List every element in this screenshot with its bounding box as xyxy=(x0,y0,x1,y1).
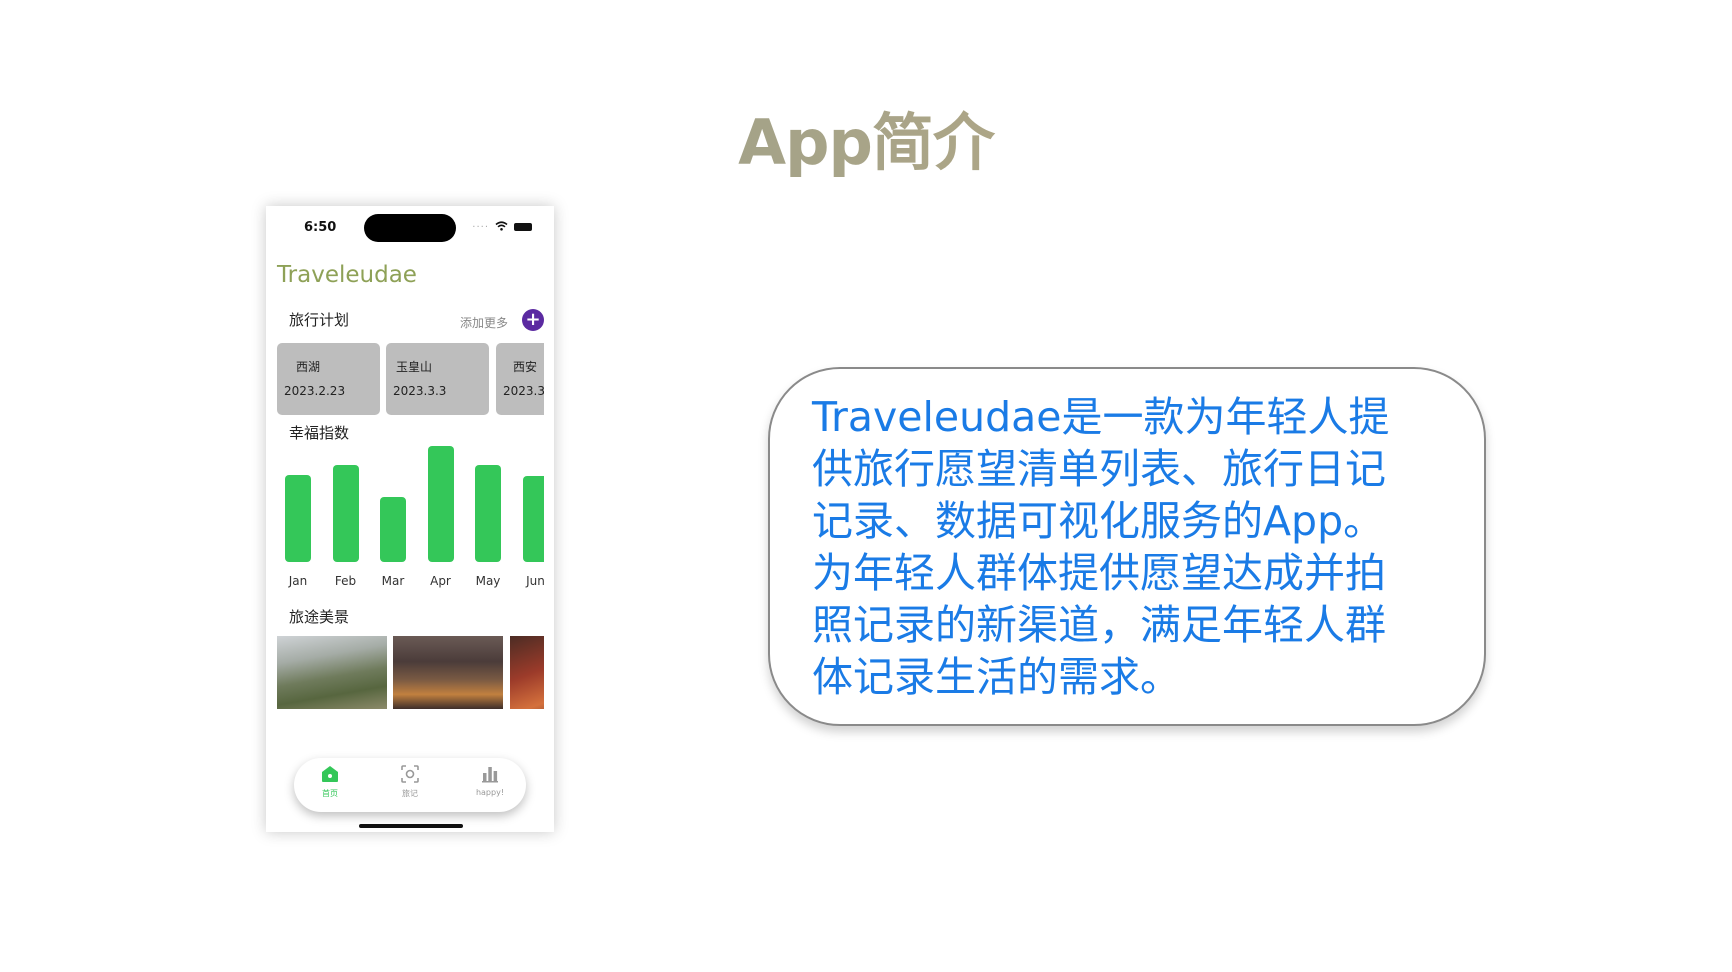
signal-icon: ···· xyxy=(472,221,489,233)
plan-section-title: 旅行计划 xyxy=(289,311,350,329)
plan-card-name: 西安 xyxy=(513,360,538,374)
home-indicator xyxy=(359,824,463,828)
plan-card[interactable]: 西安 2023.3 xyxy=(496,343,544,415)
happiness-bar xyxy=(285,475,311,562)
tab-journal[interactable]: 旅记 xyxy=(380,764,440,799)
description-line: 供旅行愿望清单列表、旅行日记 xyxy=(812,445,1386,493)
plan-card-date: 2023.2.23 xyxy=(284,384,346,398)
status-time: 6:50 xyxy=(304,220,337,235)
app-title: Traveleudae xyxy=(277,262,417,288)
tab-happy[interactable]: happy! xyxy=(460,764,520,797)
battery-icon xyxy=(514,223,532,231)
description-line: 记录、数据可视化服务的App。 xyxy=(812,497,1385,545)
plan-card-name: 玉皇山 xyxy=(396,360,433,374)
tab-label: 首页 xyxy=(322,789,338,798)
month-label: Mar xyxy=(381,574,405,588)
description-text: Traveleudae是一款为年轻人提 供旅行愿望清单列表、旅行日记 记录、数据… xyxy=(812,391,1452,703)
happiness-bar-chart: Jan Feb Mar Apr May Jun xyxy=(277,444,544,594)
plan-card[interactable]: 西湖 2023.2.23 xyxy=(277,343,380,415)
month-label: Jun xyxy=(526,574,544,588)
scenery-photo-flowers[interactable] xyxy=(510,636,544,709)
phone-mockup: 6:50 ···· Traveleudae 旅行计划 添加更多 + 西湖 202… xyxy=(266,206,554,832)
tab-bar: 首页 旅记 happy! xyxy=(294,758,526,812)
month-label: Jan xyxy=(288,574,308,588)
scenery-photo-town[interactable] xyxy=(393,636,503,709)
camera-icon xyxy=(400,764,420,784)
home-icon xyxy=(320,764,340,784)
plan-card-date: 2023.3 xyxy=(503,384,544,398)
month-label: May xyxy=(475,574,501,588)
plan-card-name: 西湖 xyxy=(296,360,321,374)
scenery-photo-mountain[interactable] xyxy=(277,636,387,709)
tab-label: 旅记 xyxy=(402,789,418,798)
happiness-bar xyxy=(332,465,359,562)
add-more-link[interactable]: 添加更多 xyxy=(460,314,508,331)
scenery-section-title: 旅途美景 xyxy=(289,608,350,626)
dynamic-island xyxy=(364,214,456,242)
tab-home[interactable]: 首页 xyxy=(300,764,360,799)
happiness-bar xyxy=(475,465,501,562)
bar-chart-icon xyxy=(480,764,500,784)
description-line: 体记录生活的需求。 xyxy=(812,653,1181,701)
tab-label: happy! xyxy=(475,788,505,797)
slide-title: App简介 xyxy=(0,92,1732,182)
happiness-bar xyxy=(427,446,454,562)
plan-card[interactable]: 玉皇山 2023.3.3 xyxy=(386,343,489,415)
plan-card-date: 2023.3.3 xyxy=(393,384,447,398)
description-line: 照记录的新渠道，满足年轻人群 xyxy=(812,601,1386,649)
plan-cards: 西湖 2023.2.23 玉皇山 2023.3.3 西安 2023.3 xyxy=(277,343,544,415)
happiness-bar xyxy=(380,497,406,562)
scenery-photos xyxy=(277,636,544,709)
wifi-icon xyxy=(495,220,508,234)
happiness-bar xyxy=(522,476,544,562)
description-line: 为年轻人群体提供愿望达成并拍 xyxy=(812,549,1386,597)
status-icons: ···· xyxy=(472,220,532,234)
description-line: Traveleudae是一款为年轻人提 xyxy=(812,393,1390,441)
month-label: Apr xyxy=(430,574,451,588)
month-label: Feb xyxy=(334,574,357,588)
add-plan-button[interactable]: + xyxy=(522,309,544,331)
happiness-section-title: 幸福指数 xyxy=(289,424,350,442)
description-bubble: Traveleudae是一款为年轻人提 供旅行愿望清单列表、旅行日记 记录、数据… xyxy=(768,367,1486,726)
